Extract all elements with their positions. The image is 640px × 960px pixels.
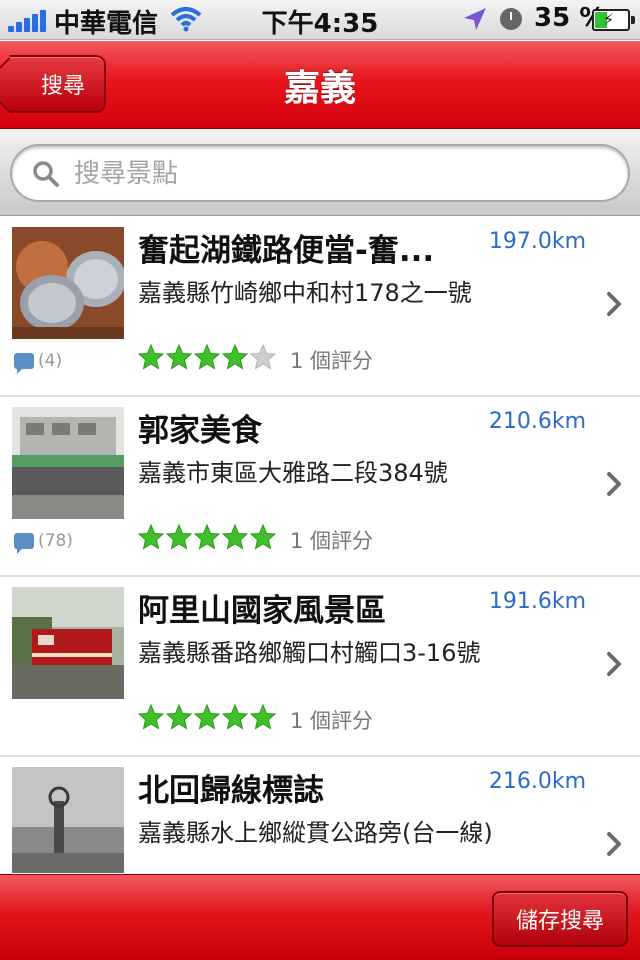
place-address: 嘉義市東區大雅路二段384號 xyxy=(138,459,448,487)
place-distance: 191.6km xyxy=(488,589,586,614)
place-distance: 216.0km xyxy=(488,769,586,794)
star-filled-icon xyxy=(222,344,248,370)
place-name: 阿里山國家風景區 xyxy=(138,593,386,629)
list-item[interactable]: 北回歸線標誌 216.0km 嘉義縣水上鄉縱貫公路旁(台一線) xyxy=(0,757,640,873)
navigation-bar: 搜尋 嘉義 xyxy=(0,41,640,129)
chevron-right-icon xyxy=(607,472,621,496)
star-filled-icon xyxy=(194,344,220,370)
place-name: 郭家美食 xyxy=(138,413,262,449)
place-address: 嘉義縣水上鄉縱貫公路旁(台一線) xyxy=(138,819,493,847)
chevron-right-icon xyxy=(607,652,621,676)
rating-count: 1 個評分 xyxy=(290,709,374,733)
place-address: 嘉義縣番路鄉觸口村觸口3-16號 xyxy=(138,639,481,667)
comment-icon xyxy=(14,533,34,554)
back-button[interactable]: 搜尋 xyxy=(10,55,106,113)
places-list: (4) 奮起湖鐵路便當-奮... 197.0km 嘉義縣竹崎鄉中和村178之一號… xyxy=(0,217,640,873)
chevron-right-icon xyxy=(607,292,621,316)
star-filled-icon xyxy=(222,704,248,730)
place-address: 嘉義縣竹崎鄉中和村178之一號 xyxy=(138,279,472,307)
star-empty-icon xyxy=(250,344,276,370)
search-field[interactable] xyxy=(10,144,630,202)
star-filled-icon xyxy=(222,524,248,550)
location-icon xyxy=(464,8,486,30)
search-icon xyxy=(33,161,59,187)
place-distance: 210.6km xyxy=(488,409,586,434)
place-photo xyxy=(12,227,124,339)
list-item[interactable]: 阿里山國家風景區 191.6km 嘉義縣番路鄉觸口村觸口3-16號 1 個評分 xyxy=(0,577,640,757)
star-filled-icon xyxy=(194,524,220,550)
list-item[interactable]: (78) 郭家美食 210.6km 嘉義市東區大雅路二段384號 1 個評分 xyxy=(0,397,640,577)
bottom-toolbar: 儲存搜尋 xyxy=(0,874,640,960)
place-distance: 197.0km xyxy=(488,229,586,254)
star-filled-icon xyxy=(138,704,164,730)
status-bar: 中華電信 下午4:35 35 % ⚡ xyxy=(0,0,640,40)
rating-count: 1 個評分 xyxy=(290,529,374,553)
star-filled-icon xyxy=(166,524,192,550)
search-input[interactable] xyxy=(74,154,604,194)
star-filled-icon xyxy=(250,704,276,730)
star-rating xyxy=(138,704,276,730)
star-filled-icon xyxy=(138,344,164,370)
star-rating xyxy=(138,344,276,370)
place-name: 北回歸線標誌 xyxy=(138,773,324,809)
comment-icon xyxy=(14,353,34,374)
star-filled-icon xyxy=(138,524,164,550)
back-button-label: 搜尋 xyxy=(40,74,85,99)
save-search-button[interactable]: 儲存搜尋 xyxy=(492,891,628,947)
star-filled-icon xyxy=(166,704,192,730)
clock-icon xyxy=(500,8,522,30)
star-filled-icon xyxy=(194,704,220,730)
place-name: 奮起湖鐵路便當-奮... xyxy=(138,233,435,269)
place-photo xyxy=(12,767,124,873)
star-filled-icon xyxy=(166,344,192,370)
save-search-label: 儲存搜尋 xyxy=(515,909,604,934)
place-photo xyxy=(12,407,124,519)
star-filled-icon xyxy=(250,524,276,550)
rating-count: 1 個評分 xyxy=(290,349,374,373)
list-item[interactable]: (4) 奮起湖鐵路便當-奮... 197.0km 嘉義縣竹崎鄉中和村178之一號… xyxy=(0,217,640,397)
comment-count: (78) xyxy=(14,531,73,554)
comment-count: (4) xyxy=(14,351,62,374)
search-bar xyxy=(0,130,640,216)
place-photo xyxy=(12,587,124,699)
star-rating xyxy=(138,524,276,550)
chevron-right-icon xyxy=(607,832,621,856)
battery-icon: ⚡ xyxy=(592,9,635,31)
